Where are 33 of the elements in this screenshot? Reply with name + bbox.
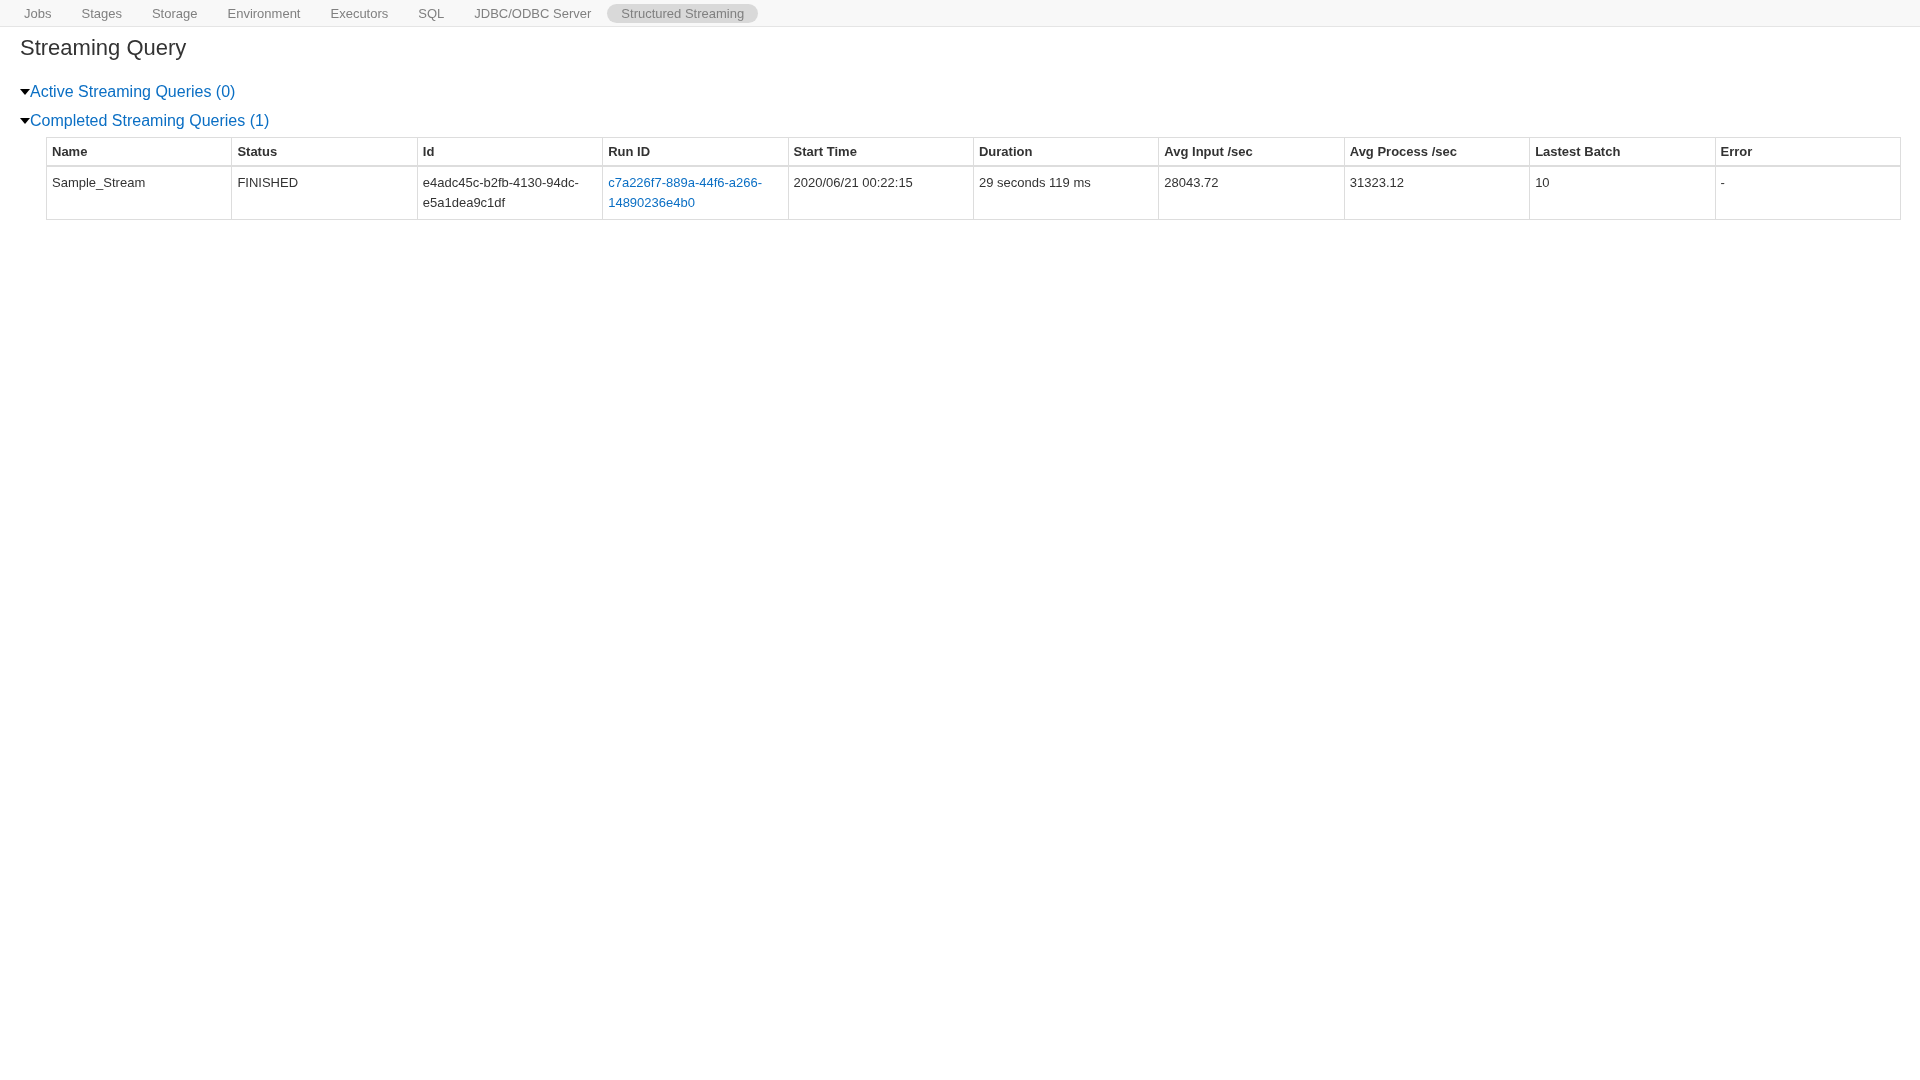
section-toggle-link[interactable]: Completed Streaming Queries (1) [30,111,270,130]
cell-text: 10 [1535,175,1550,190]
run-id-link[interactable]: c7a226f7-889a-44f6-a266-14890236e4b0 [608,173,783,213]
nav-tab[interactable]: Environment [213,3,315,23]
section-toggle-link[interactable]: Active Streaming Queries (0) [30,82,236,101]
cell-text: 28043.72 [1164,175,1219,190]
nav-tab[interactable]: Executors [316,3,403,23]
nav-tab[interactable]: Stages [67,3,136,23]
cell-text: e4adc45c-b2fb-4130-94dc-e5a1dea9c1df [422,175,579,210]
column-header[interactable]: Avg Process /sec [1344,137,1530,166]
cell-text: 29 seconds 119 ms [978,175,1091,190]
nav-tab[interactable]: Structured Streaming [607,3,759,23]
column-header[interactable]: Name [46,137,232,166]
column-header[interactable]: Status [231,137,418,166]
cell-text: Sample_Stream [52,175,146,190]
column-header[interactable]: Run ID [602,137,789,166]
column-header[interactable]: Error [1715,137,1901,166]
cell-text: - [1720,175,1725,190]
nav-tab[interactable]: Jobs [10,3,66,23]
column-header[interactable]: Start Time [788,137,974,166]
cell-text: FINISHED [237,175,299,190]
nav-tab[interactable]: SQL [404,3,459,23]
column-header[interactable]: Id [417,137,603,166]
column-header[interactable]: Avg Input /sec [1158,137,1345,166]
column-header[interactable]: Lastest Batch [1529,137,1715,166]
column-header[interactable]: Duration [973,137,1159,166]
nav-tab[interactable]: JDBC/ODBC Server [460,3,606,23]
triangle-down-icon[interactable] [20,115,30,126]
nav-tab[interactable]: Storage [137,3,212,23]
cell-text: 31323.12 [1349,175,1404,190]
cell-text: 2020/06/21 00:22:15 [793,175,913,190]
page-title: Streaming Query [20,35,188,61]
triangle-down-icon[interactable] [20,86,30,97]
